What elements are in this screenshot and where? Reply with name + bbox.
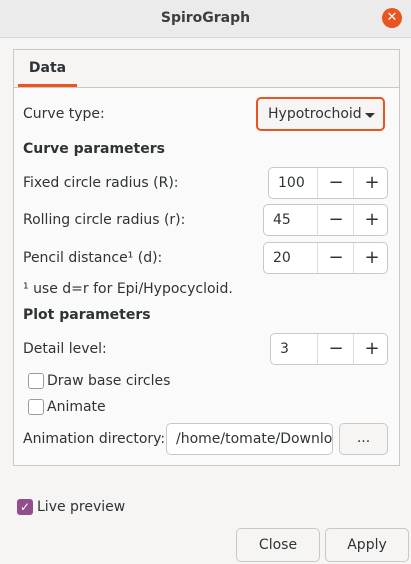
live-preview-checkbox[interactable]: ✓ <box>17 499 33 515</box>
detail-level-input[interactable]: 3 <box>280 341 289 357</box>
detail-level-increment-button[interactable]: + <box>353 334 390 364</box>
pencil-distance-spinner: 20 − + <box>263 242 388 274</box>
fixed-radius-increment-button[interactable]: + <box>353 168 390 198</box>
title-bar: SpiroGraph ✕ <box>0 0 411 38</box>
plot-parameters-heading: Plot parameters <box>23 307 151 323</box>
curve-type-value: Hypotrochoid <box>268 106 362 122</box>
curve-parameters-heading: Curve parameters <box>23 141 165 157</box>
apply-button[interactable]: Apply <box>325 528 409 562</box>
close-button[interactable]: Close <box>236 528 320 562</box>
browse-button[interactable]: ... <box>339 423 388 455</box>
rolling-radius-input[interactable]: 45 <box>273 212 291 228</box>
window-title: SpiroGraph <box>160 10 251 26</box>
draw-base-circles-checkbox[interactable] <box>28 373 44 389</box>
rolling-radius-label: Rolling circle radius (r): <box>23 212 186 228</box>
tab-bar: Data <box>14 50 399 88</box>
chevron-down-icon <box>365 113 375 118</box>
fixed-radius-label: Fixed circle radius (R): <box>23 175 179 191</box>
live-preview-label: Live preview <box>37 499 126 515</box>
animate-checkbox[interactable] <box>28 399 44 415</box>
curve-type-label: Curve type: <box>23 106 105 122</box>
curve-type-dropdown[interactable]: Hypotrochoid <box>256 97 385 131</box>
pencil-distance-footnote: ¹ use d=r for Epi/Hypocycloid. <box>23 281 233 297</box>
animation-directory-input[interactable]: /home/tomate/Downloads <box>166 423 333 455</box>
pencil-distance-decrement-button[interactable]: − <box>317 243 354 273</box>
animation-directory-label: Animation directory: <box>23 431 166 447</box>
rolling-radius-decrement-button[interactable]: − <box>317 205 354 235</box>
rolling-radius-spinner: 45 − + <box>263 204 388 236</box>
rolling-radius-increment-button[interactable]: + <box>353 205 390 235</box>
fixed-radius-decrement-button[interactable]: − <box>317 168 354 198</box>
pencil-distance-label: Pencil distance¹ (d): <box>23 250 163 266</box>
animation-directory-value: /home/tomate/Downloads <box>176 431 333 447</box>
draw-base-circles-label: Draw base circles <box>47 373 171 389</box>
tab-data[interactable]: Data <box>18 50 77 87</box>
fixed-radius-spinner: 100 − + <box>268 167 388 199</box>
detail-level-label: Detail level: <box>23 341 107 357</box>
animate-label: Animate <box>47 399 106 415</box>
pencil-distance-increment-button[interactable]: + <box>353 243 390 273</box>
close-window-button[interactable]: ✕ <box>382 8 402 28</box>
detail-level-spinner: 3 − + <box>270 333 388 365</box>
fixed-radius-input[interactable]: 100 <box>278 175 305 191</box>
pencil-distance-input[interactable]: 20 <box>273 250 291 266</box>
detail-level-decrement-button[interactable]: − <box>317 334 354 364</box>
